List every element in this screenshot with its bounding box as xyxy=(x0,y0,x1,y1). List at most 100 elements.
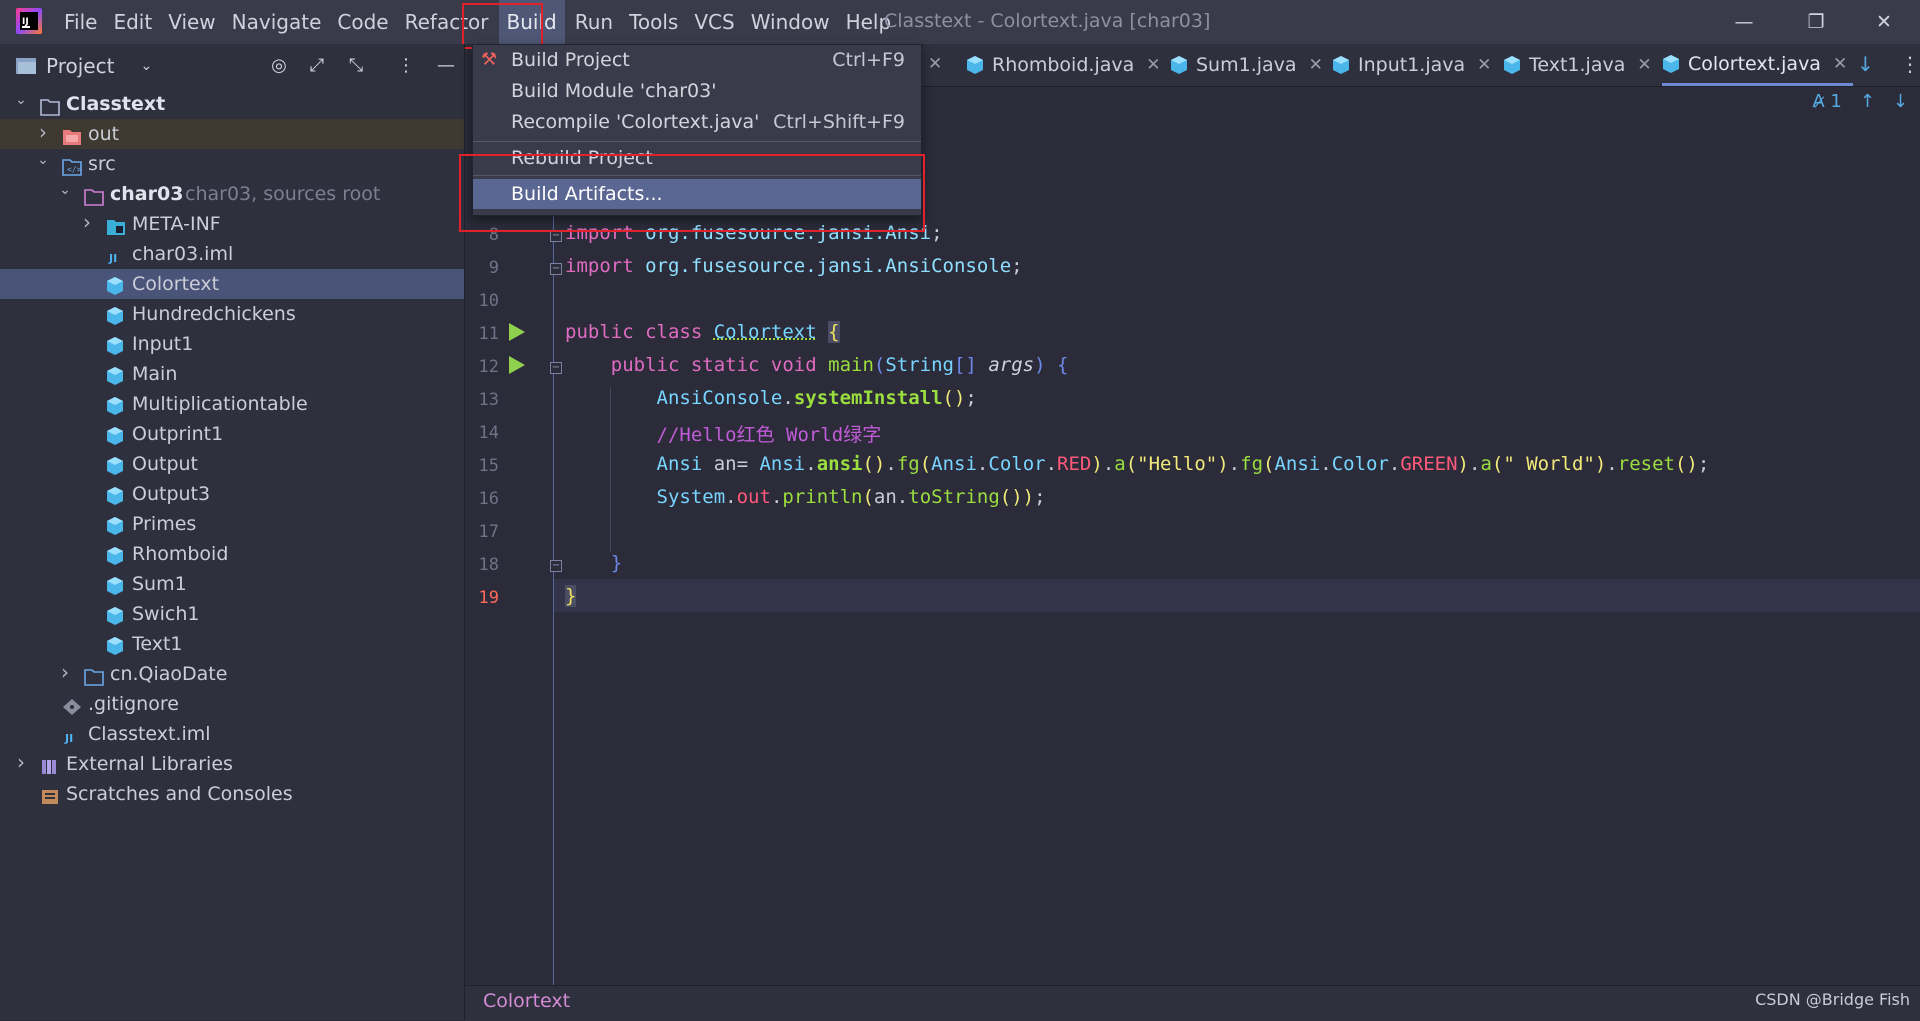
project-panel: Project ⌄ ◎ ⤢ ⤡ ⋮ — ⌄ Classtext › out ⌄ </> sr… xyxy=(0,44,465,1020)
tab-close-icon[interactable]: ✕ xyxy=(1477,55,1491,75)
tree-item-scratches-and-consoles[interactable]: Scratches and Consoles xyxy=(0,779,464,809)
java-class-icon xyxy=(967,56,983,74)
tree-item-hundredchickens[interactable]: Hundredchickens xyxy=(0,299,464,329)
fold-icon[interactable]: − xyxy=(550,230,562,242)
java-class-icon xyxy=(106,425,126,445)
inspection-icon[interactable]: A̷ 1 xyxy=(1812,91,1842,112)
tree-item-out[interactable]: › out xyxy=(0,119,464,149)
menu-refactor[interactable]: Refactor xyxy=(397,0,497,44)
hide-panel-icon[interactable]: — xyxy=(435,54,457,76)
tree-item-char03[interactable]: ⌄ char03 char03, sources root xyxy=(0,179,464,209)
inspection-count: 1 xyxy=(1830,91,1842,112)
tree-item-main[interactable]: Main xyxy=(0,359,464,389)
tree-item-input1[interactable]: Input1 xyxy=(0,329,464,359)
menu-edit[interactable]: Edit xyxy=(105,0,160,44)
tree-item-output[interactable]: Output xyxy=(0,449,464,479)
chevron-right-icon[interactable]: › xyxy=(80,212,94,232)
tree-item-label: Sum1 xyxy=(132,573,187,595)
inspection-widget: A̷ 1 ↑ ↓ xyxy=(1812,91,1908,112)
chevron-right-icon[interactable]: › xyxy=(36,122,50,142)
chevron-down-icon[interactable]: ⌄ xyxy=(58,183,72,197)
tab-close-icon[interactable]: ✕ xyxy=(1637,55,1651,75)
restore-button[interactable]: ❐ xyxy=(1784,0,1848,44)
tree-item-classtext-iml[interactable]: JI Classtext.iml xyxy=(0,719,464,749)
tree-item-label: Text1 xyxy=(132,633,183,655)
tree-item-text1[interactable]: Text1 xyxy=(0,629,464,659)
tree-item-multiplicationtable[interactable]: Multiplicationtable xyxy=(0,389,464,419)
tab-close-icon[interactable]: ✕ xyxy=(1833,54,1847,74)
tab-label: Rhomboid.java xyxy=(992,54,1135,76)
fold-icon[interactable]: − xyxy=(550,362,562,374)
menu-item-recompile[interactable]: Recompile 'Colortext.java' Ctrl+Shift+F9 xyxy=(473,107,921,137)
chevron-down-icon[interactable]: ⌄ xyxy=(36,153,50,167)
chevron-right-icon[interactable]: › xyxy=(14,752,28,772)
tree-item-classtext[interactable]: ⌄ Classtext xyxy=(0,89,464,119)
close-window-button[interactable]: ✕ xyxy=(1852,0,1916,44)
breadcrumb[interactable]: Colortext xyxy=(483,990,570,1012)
tree-item-primes[interactable]: Primes xyxy=(0,509,464,539)
menu-item-label: Build Module 'char03' xyxy=(511,80,717,102)
menu-run[interactable]: Run xyxy=(567,0,621,44)
code-editor[interactable]: A̷ 1 ↑ ↓ 8 9 10 11 12 13 14 15 16 17 18 … xyxy=(465,87,1920,985)
tree-item-colortext[interactable]: Colortext xyxy=(0,269,464,299)
tree-item-char03-iml[interactable]: JI char03.iml xyxy=(0,239,464,269)
menu-item-build-project[interactable]: ⚒ Build Project Ctrl+F9 xyxy=(473,45,921,75)
tree-item-label: External Libraries xyxy=(66,753,233,775)
tab-input1[interactable]: Input1.java ✕ xyxy=(1332,44,1491,86)
menu-item-rebuild-project[interactable]: Rebuild Project xyxy=(473,143,921,173)
next-highlight-arrow-icon[interactable]: ↓ xyxy=(1893,91,1908,112)
gitignore-icon xyxy=(62,695,82,715)
menu-code[interactable]: Code xyxy=(329,0,396,44)
menu-build[interactable]: Build xyxy=(498,0,565,44)
restore-icon: ❐ xyxy=(1807,11,1825,33)
locate-icon[interactable]: ◎ xyxy=(268,54,290,76)
tree-item-rhomboid[interactable]: Rhomboid xyxy=(0,539,464,569)
tab-close-icon[interactable]: ✕ xyxy=(928,54,942,74)
line-number: 17 xyxy=(478,522,499,542)
intellij-logo-icon[interactable]: IJ xyxy=(16,8,42,34)
line-number: 14 xyxy=(478,423,499,443)
tree-item-external-libraries[interactable]: › External Libraries xyxy=(0,749,464,779)
more-options-icon[interactable]: ⋮ xyxy=(1900,52,1920,76)
options-kebab-icon[interactable]: ⋮ xyxy=(395,54,417,76)
run-class-icon[interactable] xyxy=(509,323,525,341)
chevron-down-icon[interactable]: ⌄ xyxy=(14,93,28,107)
menu-file[interactable]: File xyxy=(56,0,105,44)
expand-all-icon[interactable]: ⤢ xyxy=(306,54,328,76)
tree-item-swich1[interactable]: Swich1 xyxy=(0,599,464,629)
line-number: 10 xyxy=(478,291,499,311)
project-view-selector[interactable]: Project ⌄ xyxy=(16,54,152,78)
menu-item-build-artifacts[interactable]: Build Artifacts... xyxy=(473,179,921,209)
chevron-right-icon[interactable]: › xyxy=(58,662,72,682)
previous-highlight-arrow-icon[interactable]: ↑ xyxy=(1860,91,1875,112)
tree-item-cn-qiaodate[interactable]: › cn.QiaoDate xyxy=(0,659,464,689)
tab-close-icon[interactable]: ✕ xyxy=(1309,55,1323,75)
tab-text1[interactable]: Text1.java ✕ xyxy=(1503,44,1652,86)
minimize-button[interactable]: — xyxy=(1712,0,1776,44)
run-main-icon[interactable] xyxy=(509,356,525,374)
collapse-all-icon[interactable]: ⤡ xyxy=(345,54,367,76)
tab-rhomboid[interactable]: Rhomboid.java ✕ xyxy=(966,44,1161,86)
svg-text:IJ: IJ xyxy=(22,17,29,27)
tree-item-meta-inf[interactable]: › META-INF xyxy=(0,209,464,239)
tree-item-outprint1[interactable]: Outprint1 xyxy=(0,419,464,449)
menu-view[interactable]: View xyxy=(160,0,223,44)
fold-icon[interactable]: − xyxy=(550,560,562,572)
tab-sum1[interactable]: Sum1.java ✕ xyxy=(1170,44,1323,86)
show-hidden-tabs-icon[interactable]: ↓ xyxy=(1857,52,1874,76)
menu-item-build-module[interactable]: Build Module 'char03' xyxy=(473,76,921,106)
indent-guide xyxy=(610,387,611,552)
line-number: 15 xyxy=(478,456,499,476)
menu-tools[interactable]: Tools xyxy=(621,0,686,44)
menu-vcs[interactable]: VCS xyxy=(686,0,742,44)
tab-colortext[interactable]: Colortext.java ✕ xyxy=(1662,44,1854,86)
tab-close-icon[interactable]: ✕ xyxy=(1146,55,1160,75)
fold-icon[interactable]: − xyxy=(550,263,562,275)
menu-item-label: Recompile 'Colortext.java' xyxy=(511,111,760,133)
tree-item-src[interactable]: ⌄ </> src xyxy=(0,149,464,179)
menu-navigate[interactable]: Navigate xyxy=(224,0,330,44)
tree-item-sum1[interactable]: Sum1 xyxy=(0,569,464,599)
tree-item-output3[interactable]: Output3 xyxy=(0,479,464,509)
tree-item-gitignore[interactable]: .gitignore xyxy=(0,689,464,719)
menu-window[interactable]: Window xyxy=(743,0,838,44)
